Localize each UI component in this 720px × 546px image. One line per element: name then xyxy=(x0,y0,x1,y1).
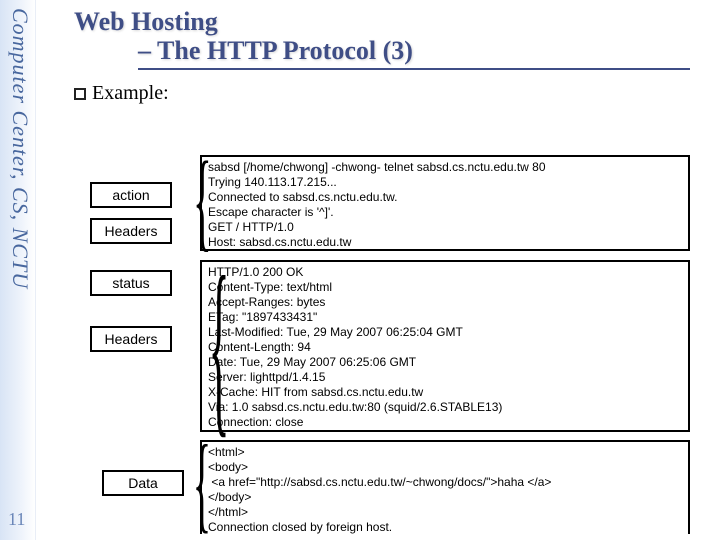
brace-icon: { xyxy=(193,436,211,532)
label-headers-response: Headers xyxy=(90,326,172,352)
title-line1: Web Hosting xyxy=(74,7,218,36)
label-data: Data xyxy=(102,470,184,496)
example-heading: Example: xyxy=(74,82,714,105)
label-headers-request: Headers xyxy=(90,218,172,244)
page-number: 11 xyxy=(8,509,25,530)
bullet-icon xyxy=(74,88,86,100)
title-line2: – The HTTP Protocol (3) xyxy=(138,37,690,71)
label-action: action xyxy=(90,182,172,208)
code-box-response: HTTP/1.0 200 OK Content-Type: text/html … xyxy=(200,260,690,432)
sidebar: Computer Center, CS, NCTU xyxy=(0,0,36,540)
example-label: Example: xyxy=(92,82,169,104)
label-status: status xyxy=(90,270,172,296)
sidebar-label: Computer Center, CS, NCTU xyxy=(7,8,33,289)
code-box-body: <html> <body> <a href="http://sabsd.cs.n… xyxy=(200,440,690,534)
slide-content: Web Hosting – The HTTP Protocol (3) Exam… xyxy=(74,8,714,105)
brace-icon: { xyxy=(209,258,230,432)
code-box-request: sabsd [/home/chwong] -chwong- telnet sab… xyxy=(200,155,690,251)
slide-title: Web Hosting – The HTTP Protocol (3) xyxy=(74,8,714,70)
